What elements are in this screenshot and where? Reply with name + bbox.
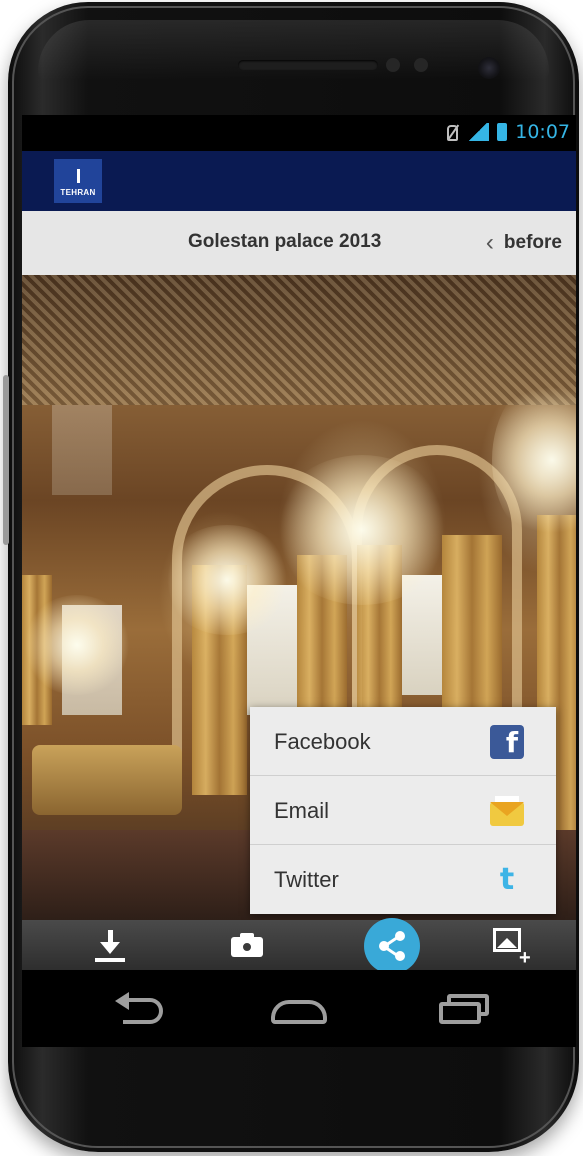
status-bar: 10:07 — [22, 115, 576, 151]
photo-chandelier — [162, 525, 292, 635]
chevron-left-icon: ‹ — [485, 229, 494, 256]
proximity-sensor — [386, 58, 400, 72]
twitter-icon: t — [499, 862, 515, 897]
share-item-facebook[interactable]: Facebook f — [250, 707, 556, 776]
earpiece-speaker — [238, 60, 378, 70]
back-icon — [113, 992, 169, 1024]
photo-ceiling — [22, 275, 576, 405]
share-item-label: Twitter — [274, 867, 339, 892]
camera-button[interactable] — [217, 920, 277, 970]
recent-apps-icon — [439, 994, 491, 1024]
title-bar: Golestan palace 2013 ‹ before — [22, 211, 576, 275]
battery-icon — [497, 123, 508, 141]
share-item-label: Facebook — [274, 729, 371, 754]
share-item-label: Email — [274, 798, 330, 823]
photo-window — [52, 405, 112, 495]
nav-recent-apps-button[interactable] — [430, 984, 500, 1032]
share-item-email[interactable]: Email — [250, 776, 556, 845]
app-bar: TEHRAN — [22, 151, 576, 211]
share-menu: Facebook f Email Twitter t — [250, 707, 556, 914]
mute-icon — [445, 123, 459, 141]
share-item-twitter[interactable]: Twitter t — [250, 845, 556, 914]
page-title: Golestan palace 2013 — [188, 231, 382, 252]
gallery-add-icon: + — [493, 928, 531, 968]
email-icon — [490, 794, 524, 828]
photo-chandelier — [272, 455, 452, 605]
logo-text: TEHRAN — [60, 188, 96, 197]
front-camera — [478, 57, 500, 79]
signal-icon — [467, 123, 490, 141]
before-label: before — [503, 232, 562, 253]
app-logo[interactable]: TEHRAN — [54, 159, 102, 203]
download-icon — [95, 928, 125, 962]
side-volume-button — [3, 375, 9, 545]
share-icon — [377, 931, 407, 961]
facebook-icon: f — [490, 725, 524, 759]
logo-mark — [76, 169, 80, 183]
android-nav-bar — [22, 970, 576, 1047]
photo-chandelier — [22, 595, 132, 695]
share-button[interactable] — [364, 918, 420, 974]
photo-furniture — [32, 745, 182, 815]
camera-icon — [231, 933, 263, 957]
phone-gloss — [38, 20, 549, 80]
before-button[interactable]: ‹ before — [486, 227, 562, 259]
status-time: 10:07 — [515, 121, 570, 143]
nav-back-button[interactable] — [106, 984, 176, 1032]
download-button[interactable] — [80, 920, 140, 970]
nav-home-button[interactable] — [264, 984, 334, 1032]
light-sensor — [414, 58, 428, 72]
phone-screen: 10:07 TEHRAN Golestan palace 2013 ‹ befo… — [22, 115, 576, 1047]
add-to-gallery-button[interactable]: + — [482, 920, 542, 970]
bottom-toolbar: + — [22, 918, 576, 974]
home-icon — [271, 996, 327, 1024]
